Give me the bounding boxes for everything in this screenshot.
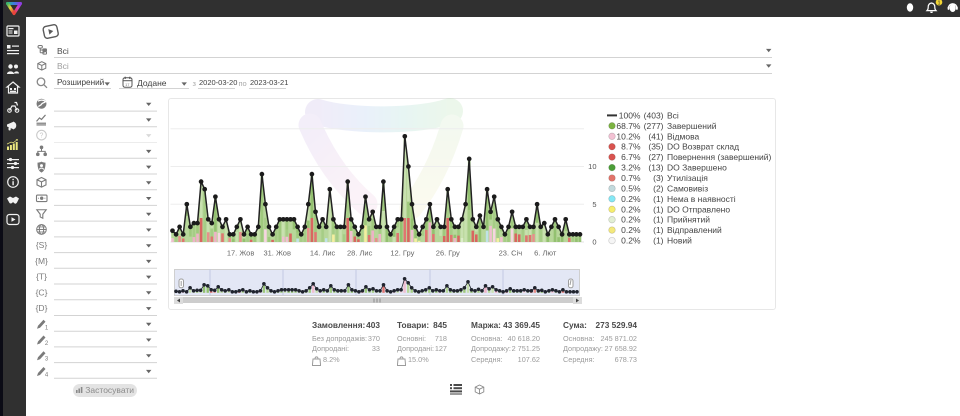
- svg-text:{S}: {S}: [36, 240, 48, 250]
- svg-text:?: ?: [40, 133, 44, 140]
- svg-text:3: 3: [45, 357, 49, 363]
- svg-text:{C}: {C}: [36, 287, 48, 297]
- svg-text:{D}: {D}: [36, 303, 48, 313]
- svg-text:{M}: {M}: [35, 256, 48, 266]
- svg-text:2: 2: [45, 341, 49, 347]
- svg-text:4: 4: [45, 372, 49, 378]
- svg-text:1: 1: [45, 325, 49, 331]
- svg-text:{T}: {T}: [36, 272, 47, 282]
